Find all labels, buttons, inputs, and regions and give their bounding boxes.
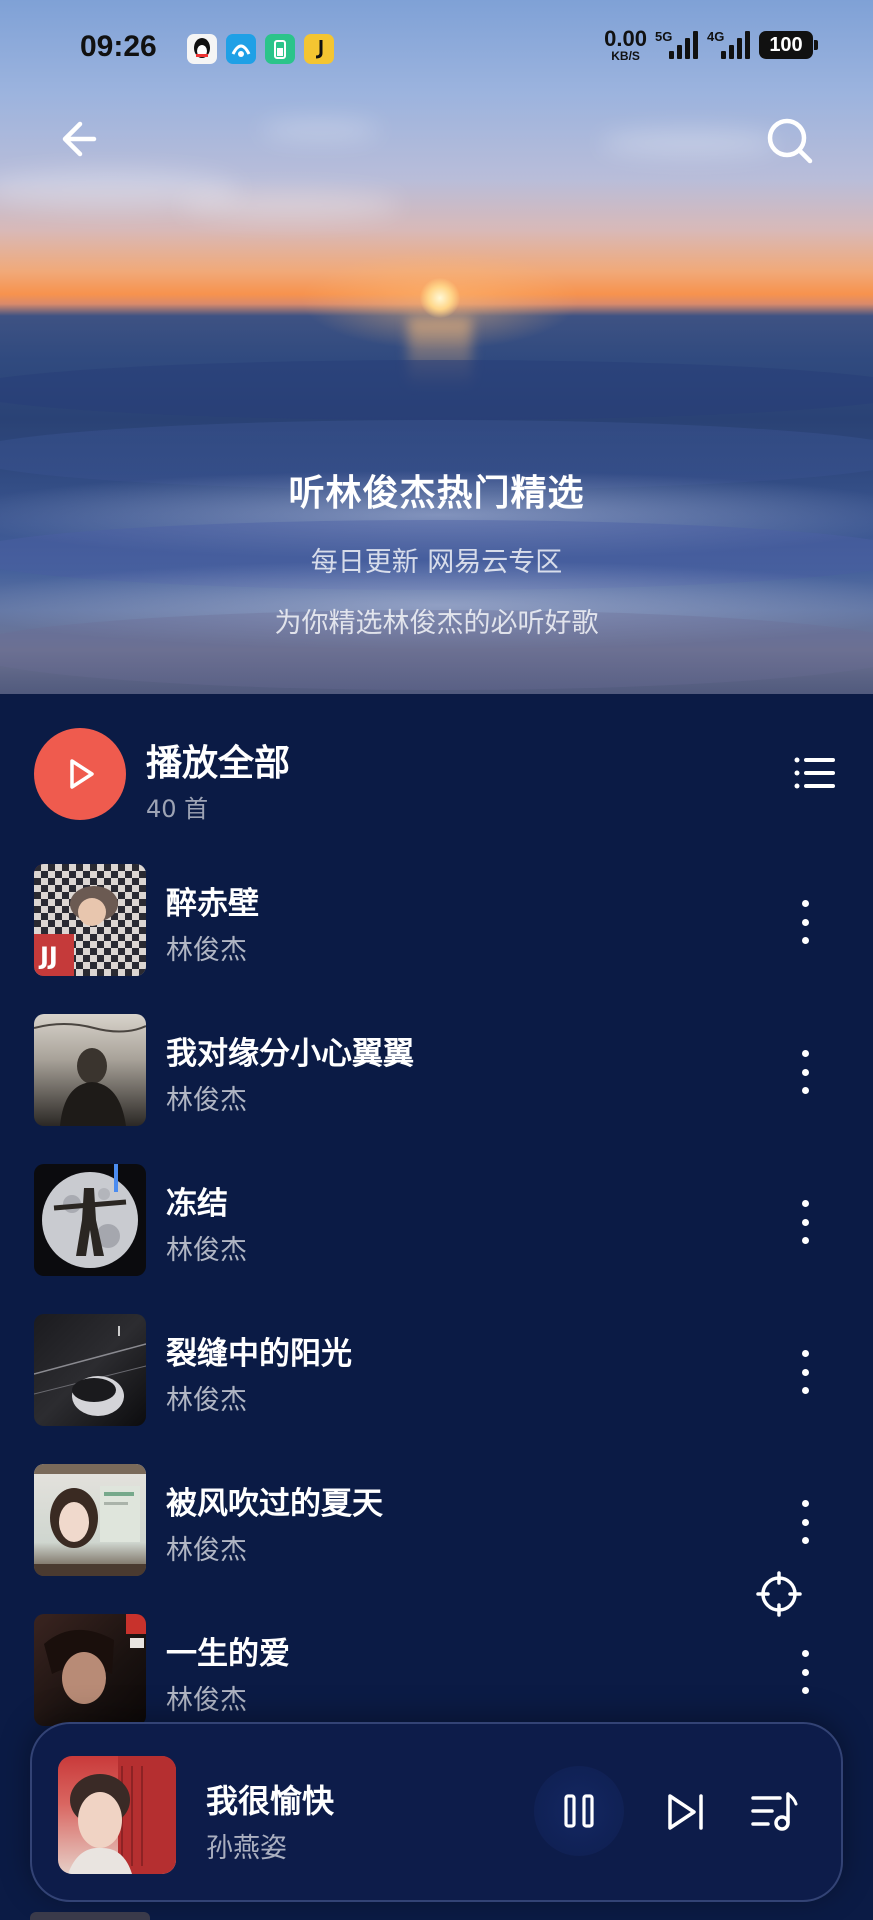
album-cover xyxy=(34,1614,146,1726)
now-playing-cover xyxy=(58,1756,176,1874)
qq-icon xyxy=(187,34,217,64)
song-row[interactable]: 冻结 林俊杰 xyxy=(0,1164,873,1314)
pause-button[interactable] xyxy=(534,1766,624,1856)
song-title: 被风吹过的夏天 xyxy=(166,1486,383,1522)
album-cover xyxy=(34,1464,146,1576)
playlist-description: 为你精选林俊杰的必听好歌 xyxy=(274,608,599,639)
dot-icon xyxy=(801,937,809,944)
dot-icon xyxy=(801,900,809,907)
song-row[interactable]: 被风吹过的夏天 林俊杰 xyxy=(0,1464,873,1614)
dot-icon xyxy=(801,1668,809,1676)
dot-icon xyxy=(801,1518,809,1526)
network-speed: 0.00 KB/S xyxy=(604,26,647,63)
signal-4g-icon: 4G xyxy=(707,29,751,61)
dot-icon xyxy=(801,1500,809,1507)
more-options-button[interactable] xyxy=(790,1650,820,1694)
dot-icon xyxy=(801,1087,809,1094)
play-icon xyxy=(70,759,94,789)
album-cover xyxy=(34,1014,146,1126)
dot-icon xyxy=(801,1050,809,1057)
playlist-hero-banner xyxy=(0,0,873,694)
song-artist: 林俊杰 xyxy=(166,1085,247,1116)
album-cover xyxy=(34,1164,146,1276)
multi-select-button[interactable] xyxy=(793,755,837,791)
song-title: 一生的爱 xyxy=(166,1636,290,1672)
locate-current-song-button[interactable] xyxy=(756,1571,802,1617)
next-track-button[interactable] xyxy=(664,1790,708,1834)
list-icon xyxy=(794,757,835,789)
song-artist: 林俊杰 xyxy=(166,1235,247,1266)
more-options-button[interactable] xyxy=(790,1500,820,1544)
song-count: 40 首 xyxy=(146,795,209,823)
more-options-button[interactable] xyxy=(790,1350,820,1394)
status-time: 09:26 xyxy=(80,30,157,63)
maps-icon xyxy=(226,34,256,64)
dot-icon xyxy=(801,1068,809,1076)
svg-text:JJ: JJ xyxy=(38,942,58,970)
mini-player[interactable]: 我很愉快 孙燕姿 xyxy=(30,1722,843,1902)
song-row[interactable]: 裂缝中的阳光 林俊杰 xyxy=(0,1314,873,1464)
queue-music-icon xyxy=(751,1792,798,1831)
music-app-icon xyxy=(304,34,334,64)
dot-icon xyxy=(801,1200,809,1207)
arrow-left-icon xyxy=(62,121,97,157)
battery-indicator: 100 xyxy=(759,31,818,59)
signal-5g-icon: 5G xyxy=(655,29,699,61)
dot-icon xyxy=(801,1650,809,1657)
dot-icon xyxy=(801,1387,809,1394)
song-title: 我对缘分小心翼翼 xyxy=(166,1036,414,1072)
status-bar: 09:26 0.00 KB/S 5G 4G 100 xyxy=(0,0,873,100)
dot-icon xyxy=(801,1368,809,1376)
song-artist: 林俊杰 xyxy=(166,1385,247,1416)
song-row[interactable]: JJ 醉赤壁 林俊杰 xyxy=(0,864,873,1014)
more-options-button[interactable] xyxy=(790,900,820,944)
dot-icon xyxy=(801,1537,809,1544)
dot-icon xyxy=(801,1350,809,1357)
now-playing-title: 我很愉快 xyxy=(206,1782,335,1820)
song-title: 醉赤壁 xyxy=(166,886,259,922)
more-options-button[interactable] xyxy=(790,1050,820,1094)
back-button[interactable] xyxy=(56,113,108,165)
skip-next-icon xyxy=(668,1794,703,1830)
next-item-peek xyxy=(30,1912,150,1920)
more-options-button[interactable] xyxy=(790,1200,820,1244)
play-all-label[interactable]: 播放全部 xyxy=(146,734,290,786)
playlist-queue-button[interactable] xyxy=(750,1790,798,1834)
dot-icon xyxy=(801,1237,809,1244)
battery-app-icon xyxy=(265,34,295,64)
playlist-subtitle: 每日更新 网易云专区 xyxy=(310,547,563,578)
song-artist: 林俊杰 xyxy=(166,935,247,966)
album-cover xyxy=(34,1314,146,1426)
search-icon xyxy=(767,118,813,164)
search-button[interactable] xyxy=(762,113,818,169)
song-artist: 林俊杰 xyxy=(166,1685,247,1716)
dot-icon xyxy=(801,1218,809,1226)
album-cover: JJ xyxy=(34,864,146,976)
pause-icon xyxy=(564,1794,594,1828)
song-title: 冻结 xyxy=(166,1186,228,1222)
playlist-title: 听林俊杰热门精选 xyxy=(288,473,585,514)
play-all-button[interactable] xyxy=(34,728,126,820)
song-artist: 林俊杰 xyxy=(166,1535,247,1566)
dot-icon xyxy=(801,1687,809,1694)
song-title: 裂缝中的阳光 xyxy=(166,1336,352,1372)
now-playing-artist: 孙燕姿 xyxy=(206,1833,287,1864)
crosshair-icon xyxy=(756,1571,802,1617)
dot-icon xyxy=(801,918,809,926)
song-row[interactable]: 我对缘分小心翼翼 林俊杰 xyxy=(0,1014,873,1164)
